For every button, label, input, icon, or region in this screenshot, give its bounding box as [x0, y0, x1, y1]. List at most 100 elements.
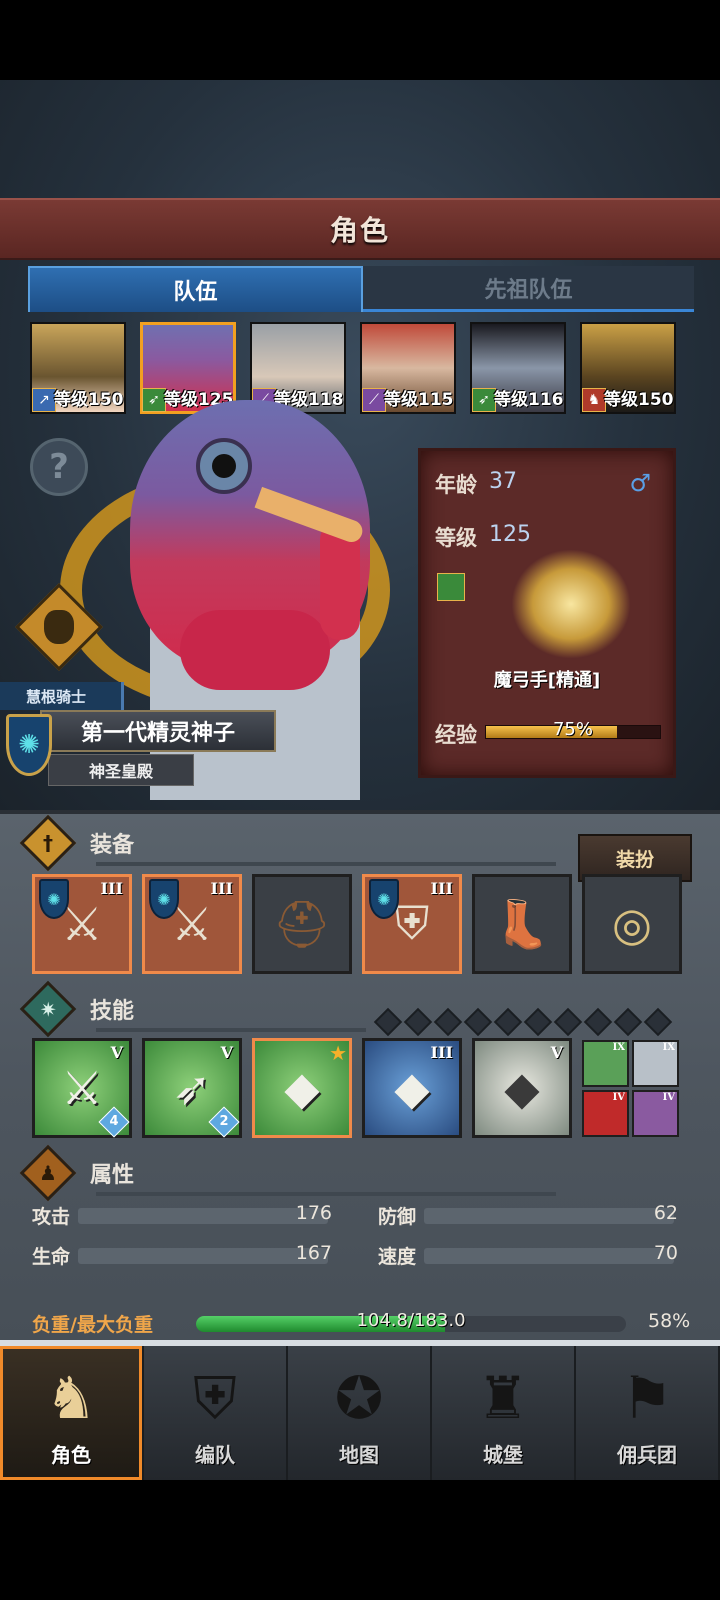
load-label: 负重/最大负重 [32, 1314, 153, 1336]
equip-slot-helmet[interactable]: ⛑ [252, 874, 352, 974]
hero-slot-1[interactable]: ↗ 等级150 [30, 322, 126, 414]
attack-value: 176 [295, 1202, 332, 1224]
nav-formation[interactable]: ⛨ 编队 [144, 1346, 288, 1480]
help-icon[interactable]: ? [30, 438, 88, 496]
spear-icon: ↗ [32, 388, 56, 412]
bottom-nav: ♞ 角色 ⛨ 编队 ✪ 地图 ♜ 城堡 ⚑ 佣兵团 [0, 1340, 720, 1480]
hp-label: 生命 [32, 1246, 71, 1268]
character-eye [196, 438, 252, 494]
attributes-header: ♟ 属性 [19, 1144, 135, 1202]
skills-title: 技能 [90, 999, 135, 1024]
knight-icon: ♞ [45, 1364, 97, 1432]
character-wattle [180, 610, 330, 690]
divider [96, 1192, 556, 1196]
equip-slot-armor[interactable]: ⛨ ✺ III [362, 874, 462, 974]
hero-slot-6[interactable]: ♞ 等级150 [580, 322, 676, 414]
order-badge: 慧根骑士 [0, 682, 124, 710]
character-info-card: 年龄 37 ♂ 等级 125 魔弓手[精通] 经验 75% [418, 448, 676, 778]
level-label: 等级 [435, 526, 477, 550]
hero-level: 等级150 [604, 390, 674, 410]
defense-value: 62 [653, 1202, 678, 1224]
equipment-title: 装备 [90, 833, 135, 858]
nav-character[interactable]: ♞ 角色 [0, 1346, 144, 1480]
tier-label: V [110, 1043, 123, 1062]
passive-skill-2[interactable]: IX [632, 1040, 679, 1087]
nav-mercenary[interactable]: ⚑ 佣兵团 [576, 1346, 720, 1480]
compass-icon: ✪ [334, 1364, 384, 1432]
exp-label: 经验 [435, 723, 477, 747]
attack-row: 攻击 176 [32, 1202, 342, 1228]
level-value: 125 [489, 522, 531, 547]
load-percent: 58% [648, 1310, 691, 1332]
bow-icon: ➶ [472, 388, 496, 412]
skill-slot-3[interactable]: ◆ ★ [252, 1038, 352, 1138]
divider [96, 1028, 366, 1032]
defense-row: 防御 62 [378, 1202, 688, 1228]
character-title[interactable]: 第一代精灵神子 [40, 710, 276, 752]
passive-skill-3[interactable]: IV [582, 1090, 629, 1137]
passive-skill-4[interactable]: IV [632, 1090, 679, 1137]
skills-header: ✷ 技能 [19, 980, 135, 1038]
nav-label: 佣兵团 [617, 1443, 677, 1467]
attack-label: 攻击 [32, 1206, 71, 1228]
load-value: 104.8/183.0 [356, 1310, 466, 1331]
equip-slot-weapon-2[interactable]: ⚔ ✺ III [142, 874, 242, 974]
nav-label: 城堡 [483, 1443, 523, 1467]
skill-slot-1[interactable]: ⚔ V 4 [32, 1038, 132, 1138]
hero-slot-4[interactable]: ⟋ 等级115 [360, 322, 456, 414]
faction-shield-icon: ✺ [369, 879, 399, 919]
speed-value: 70 [653, 1242, 678, 1264]
system-nav-area [0, 1480, 720, 1600]
tab-ancestor-team[interactable]: 先祖队伍 [363, 266, 694, 312]
skill-slot-4[interactable]: ◆ III [362, 1038, 462, 1138]
potion-icon [44, 610, 74, 644]
hero-slot-2[interactable]: ➶ 等级125 [140, 322, 236, 414]
nav-label: 地图 [339, 1443, 379, 1467]
person-icon: ♟ [19, 1144, 77, 1202]
job-name: 魔弓手[精通] [493, 670, 601, 691]
exp-percent: 75% [552, 719, 593, 740]
attributes-title: 属性 [90, 1163, 135, 1188]
speed-label: 速度 [378, 1246, 417, 1268]
horse-icon: ♞ [582, 388, 606, 412]
equip-slot-weapon-1[interactable]: ⚔ ✺ III [32, 874, 132, 974]
bow-icon: ➶ [142, 388, 166, 412]
skill-slot-5[interactable]: ◆ V [472, 1038, 572, 1138]
passive-skill-1[interactable]: IX [582, 1040, 629, 1087]
speed-row: 速度 70 [378, 1242, 688, 1268]
faction-shield-icon: ✺ [6, 714, 52, 776]
star-burst-icon: ✷ [19, 980, 77, 1038]
boots-icon: 👢 [493, 896, 551, 951]
tab-team[interactable]: 队伍 [28, 266, 363, 312]
hero-slot-5[interactable]: ➶ 等级116 [470, 322, 566, 414]
dagger-icon: † [19, 814, 77, 872]
star-icon: ★ [329, 1041, 347, 1065]
skill-point-dots [373, 1007, 673, 1037]
hero-level: 等级150 [54, 390, 124, 410]
page-title: 角色 [329, 214, 390, 247]
nav-map[interactable]: ✪ 地图 [288, 1346, 432, 1480]
defense-label: 防御 [378, 1206, 417, 1228]
nav-castle[interactable]: ♜ 城堡 [432, 1346, 576, 1480]
equip-slot-accessory[interactable]: ◎ [582, 874, 682, 974]
nav-label: 编队 [195, 1443, 235, 1467]
hero-level: 等级115 [384, 390, 454, 410]
skill-slot-2[interactable]: ➶ V 2 [142, 1038, 242, 1138]
hp-row: 生命 167 [32, 1242, 342, 1268]
age-value: 37 [489, 469, 517, 494]
tier-label: III [430, 879, 453, 898]
hp-value: 167 [295, 1242, 332, 1264]
nav-label: 角色 [51, 1443, 91, 1467]
castle-icon: ♜ [477, 1364, 529, 1432]
staff-icon: ⟋ [362, 388, 386, 412]
tier-label: V [550, 1043, 563, 1062]
divider [96, 862, 556, 866]
hero-roster: ↗ 等级150 ➶ 等级125 ⟋ 等级118 ⟋ 等级115 ➶ 等级116 … [30, 322, 690, 414]
job-art [511, 549, 631, 659]
age-label: 年龄 [435, 473, 477, 497]
tier-label: III [430, 1043, 453, 1062]
faction-label: 神圣皇殿 [48, 754, 194, 786]
faction-shield-icon: ✺ [149, 879, 179, 919]
equip-slot-boots[interactable]: 👢 [472, 874, 572, 974]
banner-icon: ⚑ [621, 1364, 673, 1432]
